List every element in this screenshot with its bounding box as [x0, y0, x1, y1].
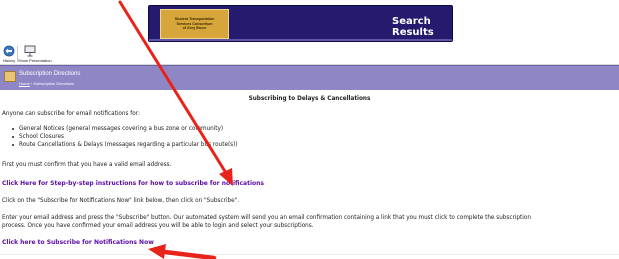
toolbar: History Show Presentation [0, 44, 619, 65]
breadcrumb-current: Subscription Directions [33, 81, 75, 86]
history-label: History [2, 58, 16, 63]
notification-types-list: General Notices (general messages coveri… [12, 125, 238, 149]
breadcrumb: Home › Subscription Directions [19, 81, 74, 86]
confirm-email-text: First you must confirm that you have a v… [2, 162, 172, 168]
banner-accent-bar [149, 39, 452, 41]
red-arrow-bottom [148, 244, 217, 259]
enter-email-text-line2: process. Once you have confirmed your em… [2, 223, 314, 229]
header-banner: Student Transportation Services Consorti… [148, 5, 453, 42]
step-by-step-instructions-link[interactable]: Click Here for Step-by-step instructions… [2, 180, 264, 187]
page-bottom-divider [0, 254, 619, 255]
click-instructions-text: Click on the "Subscribe for Notification… [2, 198, 240, 204]
logo-line-3: of Grey Bruce [182, 26, 207, 31]
subscribe-now-link[interactable]: Click here to Subscribe for Notification… [2, 239, 154, 246]
intro-text: Anyone can subscribe for email notificat… [2, 111, 140, 117]
banner-title: Search Results [392, 16, 434, 38]
consortium-logo: Student Transportation Services Consorti… [160, 9, 229, 39]
list-item: Route Cancellations & Delays (messages r… [12, 141, 238, 149]
section-title: Subscription Directions [19, 71, 81, 77]
history-button[interactable]: History [2, 45, 16, 64]
history-icon [3, 45, 15, 57]
breadcrumb-home-link[interactable]: Home [19, 81, 30, 86]
presentation-icon [24, 45, 36, 57]
page-heading: Subscribing to Delays & Cancellations [248, 96, 371, 102]
directions-icon [4, 71, 16, 82]
section-header: Subscription Directions Home › Subscript… [0, 65, 619, 90]
presentation-label: Show Presentation [18, 58, 52, 63]
list-item: General Notices (general messages coveri… [12, 125, 238, 133]
enter-email-text-line1: Enter your email address and press the "… [2, 215, 531, 221]
list-item: School Closures [12, 133, 238, 141]
show-presentation-button[interactable]: Show Presentation [18, 45, 52, 64]
